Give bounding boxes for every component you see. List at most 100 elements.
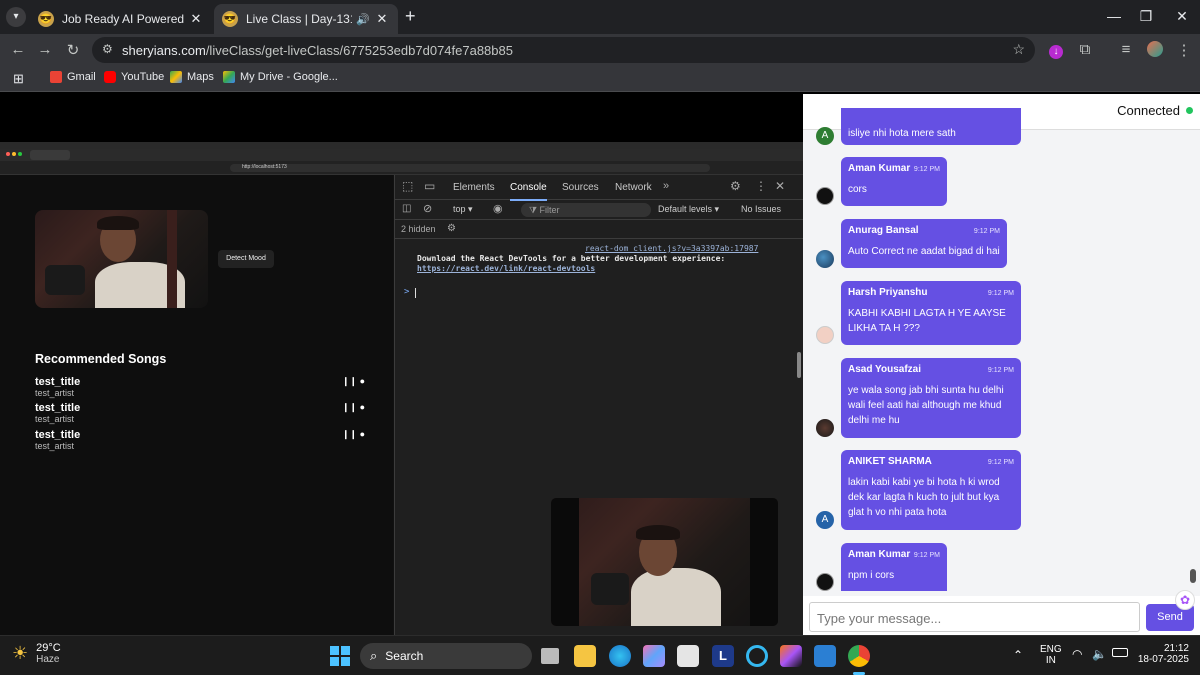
settings-gear-icon[interactable]: ⚙ [730, 179, 741, 193]
console-log-text: Download the React DevTools for a better… [417, 254, 726, 263]
chat-message: ANIKET SHARMA 9:12 PM lakin kabi kabi ye… [841, 450, 1021, 530]
devtools-tab-sources[interactable]: Sources [562, 182, 599, 193]
console-settings-gear-icon[interactable]: ⚙ [447, 223, 456, 234]
devtools-menu-icon[interactable]: ⋮ [755, 179, 767, 193]
weather-widget[interactable]: ☀ 29°C Haze [12, 642, 61, 665]
react-devtools-link[interactable]: https://react.dev/link/react-devtools [417, 264, 595, 273]
store-icon[interactable] [677, 645, 699, 667]
devtools-tab-network[interactable]: Network [615, 182, 652, 193]
more-tabs-icon[interactable]: » [663, 180, 669, 192]
apps-icon[interactable]: ⊞ [13, 71, 24, 87]
tray-chevron-icon[interactable]: ⌃ [1013, 648, 1023, 662]
devtools-close-icon[interactable]: ✕ [775, 179, 785, 193]
tab-title: Job Ready AI Powered Cohort: W [62, 12, 188, 26]
wifi-icon[interactable]: ◠ [1072, 647, 1082, 661]
issues-count[interactable]: No Issues [741, 204, 781, 214]
devtools-panel: ⬚ ▭ Elements Console Sources Network » ⚙… [394, 175, 804, 636]
reload-icon[interactable]: ↻ [63, 41, 83, 59]
bookmark-gmail[interactable]: Gmail [50, 71, 96, 83]
assistant-icon[interactable]: ✿ [1175, 590, 1195, 610]
chat-message-partial: isliye nhi hota mere sath [841, 108, 1021, 145]
tab-job-ready[interactable]: 😎 Job Ready AI Powered Cohort: W ✕ [30, 4, 212, 34]
chat-message: Asad Yousafzai 9:12 PM ye wala song jab … [841, 358, 1021, 438]
volume-icon[interactable]: 🔈 [1092, 647, 1107, 661]
tab-search-button[interactable]: ▾ [6, 7, 26, 27]
avatar [816, 573, 834, 591]
profile-avatar[interactable] [1145, 41, 1165, 61]
inspect-icon[interactable]: ⬚ [402, 179, 413, 193]
devtools-tab-elements[interactable]: Elements [453, 182, 495, 193]
gmail-icon [50, 71, 62, 83]
shared-screen: http://localhost:5173 Detect Mood Recomm… [0, 142, 804, 636]
tab-live-class[interactable]: 😎 Live Class | Day-131 | Mood 🔊 ✕ [214, 4, 398, 34]
maps-icon [170, 71, 182, 83]
bookmark-star-icon[interactable]: ☆ [1012, 41, 1025, 58]
chrome-icon[interactable] [848, 645, 870, 667]
detect-mood-button[interactable]: Detect Mood [218, 250, 274, 268]
chat-scrollbar[interactable] [1190, 569, 1196, 583]
bookmark-youtube[interactable]: YouTube [104, 71, 164, 83]
console-log-source[interactable]: react-dom_client.js?v=3a3397ab:17987 [585, 244, 758, 253]
inner-address-bar: http://localhost:5173 [0, 161, 803, 175]
avatar [816, 250, 834, 268]
l-app-icon[interactable]: L [712, 645, 734, 667]
message-placeholder: Type your message... [817, 611, 942, 626]
close-icon[interactable]: ✕ [374, 11, 390, 27]
message-input[interactable]: Type your message... [809, 602, 1140, 632]
url-host: sheryians.com [122, 42, 206, 58]
task-view-icon[interactable] [541, 648, 559, 664]
minimize-icon[interactable]: — [1104, 8, 1124, 24]
play-pause-icon[interactable]: ❙❙ ● [342, 402, 365, 413]
live-expression-eye-icon[interactable]: ◉ [493, 202, 503, 215]
devtools-tab-console[interactable]: Console [510, 182, 547, 201]
forward-icon[interactable]: → [35, 41, 55, 58]
connection-status: Connected [1117, 103, 1180, 118]
clock[interactable]: 21:12 18-07-2025 [1137, 643, 1189, 665]
console-toolbar: ◫ ⊘ top ▾ ◉ ⧩ Filter Default levels ▾ No… [395, 200, 804, 220]
speaker-icon[interactable]: 🔊 [356, 13, 370, 26]
filter-input[interactable]: ⧩ Filter [521, 203, 651, 217]
file-explorer-icon[interactable] [574, 645, 596, 667]
hidden-messages-row: 2 hidden ⚙ [395, 220, 804, 239]
play-pause-icon[interactable]: ❙❙ ● [342, 429, 365, 440]
download-extension-icon[interactable]: ↓ [1046, 41, 1066, 59]
browser-toolbar: ← → ↻ ⚙ sheryians.com /liveClass/get-liv… [0, 34, 1200, 66]
device-toolbar-icon[interactable]: ▭ [424, 179, 435, 193]
clear-console-icon[interactable]: ⊘ [423, 202, 432, 215]
site-info-icon[interactable]: ⚙ [102, 42, 113, 56]
copilot-icon[interactable] [643, 645, 665, 667]
battery-icon[interactable] [1112, 648, 1128, 657]
devtools-tab-bar: ⬚ ▭ Elements Console Sources Network » ⚙… [395, 175, 804, 201]
back-icon[interactable]: ← [8, 41, 28, 58]
restore-icon[interactable]: ❐ [1136, 8, 1156, 25]
taskbar-search[interactable]: ⌕ Search [360, 643, 532, 669]
play-pause-icon[interactable]: ❙❙ ● [342, 376, 365, 387]
sidebar-toggle-icon[interactable]: ◫ [402, 203, 411, 214]
new-tab-button[interactable]: + [405, 6, 416, 27]
language-indicator[interactable]: ENG IN [1040, 644, 1062, 666]
console-prompt[interactable]: > [404, 287, 409, 297]
context-select[interactable]: top ▾ [453, 204, 473, 215]
address-bar[interactable]: ⚙ sheryians.com /liveClass/get-liveClass… [92, 37, 1035, 63]
close-icon[interactable]: ✕ [188, 11, 204, 27]
intellij-icon[interactable] [780, 645, 802, 667]
menu-icon[interactable]: ⋮ [1174, 41, 1194, 59]
search-icon: ⌕ [370, 648, 378, 663]
media-control-icon[interactable]: ≡ [1116, 41, 1136, 58]
edge-icon[interactable] [609, 645, 631, 667]
bookmark-maps[interactable]: Maps [170, 71, 214, 83]
splitter-handle[interactable] [797, 352, 801, 378]
song-item[interactable]: test_title test_artist [35, 402, 80, 424]
log-levels-select[interactable]: Default levels ▾ [658, 204, 719, 215]
bookmark-my-drive[interactable]: My Drive - Google... [223, 71, 338, 83]
start-button[interactable] [330, 646, 350, 666]
sheryians-favicon-icon: 😎 [222, 11, 238, 27]
extensions-icon[interactable]: ⧉ [1075, 41, 1095, 58]
instructor-video [551, 498, 778, 626]
chat-message: Aman Kumar 9:12 PM cors [841, 157, 947, 206]
song-item[interactable]: test_title test_artist [35, 376, 80, 398]
vscode-icon[interactable] [814, 645, 836, 667]
song-item[interactable]: test_title test_artist [35, 429, 80, 451]
close-window-icon[interactable]: ✕ [1172, 8, 1192, 25]
cortana-icon[interactable] [746, 645, 768, 667]
